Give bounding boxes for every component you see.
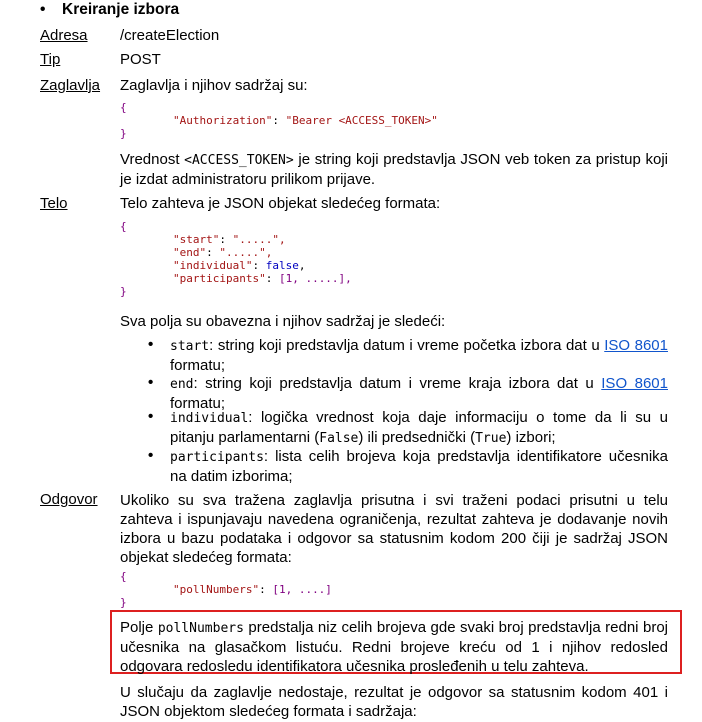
bullet-start: •: [148, 336, 154, 353]
response-text: Ukoliko su sva tražena zaglavlja prisutn…: [120, 492, 668, 566]
body-code-block: { "start": ".....", "end": ".....", "ind…: [120, 220, 352, 298]
iso8601-link-start[interactable]: ISO 8601: [604, 337, 668, 354]
field-individual: individual: logička vrednost koja daje i…: [170, 409, 668, 446]
bullet-participants: •: [148, 447, 154, 464]
fields-intro: Sva polja su obavezna i njihov sadržaj j…: [120, 313, 446, 330]
zaglavlja-intro: Zaglavlja i njihov sadržaj su:: [120, 77, 308, 94]
token-inline: <ACCESS_TOKEN>: [184, 153, 294, 168]
value-adresa: /createElection: [120, 27, 220, 44]
missing-header-text: U slučaju da zaglavlje nedostaje, rezult…: [120, 684, 668, 720]
title-text: Kreiranje izbora: [62, 1, 180, 18]
iso8601-link-end[interactable]: ISO 8601: [601, 375, 668, 392]
field-participants: participants: lista celih brojeva koja p…: [170, 448, 668, 485]
response-code-block: { "pollNumbers": [1, ....] }: [120, 570, 332, 609]
header-code-block: { "Authorization": "Bearer <ACCESS_TOKEN…: [120, 101, 438, 140]
poll-numbers-inline: pollNumbers: [157, 621, 244, 636]
token-note: Vrednost <ACCESS_TOKEN> je string koji p…: [120, 151, 668, 188]
label-telo: Telo: [40, 195, 68, 212]
label-adresa: Adresa: [40, 27, 88, 44]
label-odgovor: Odgovor: [40, 491, 98, 508]
label-tip: Tip: [40, 51, 61, 68]
section-title: • Kreiranje izbora: [40, 1, 180, 19]
bullet-individual: •: [148, 408, 154, 425]
label-zaglavlja: Zaglavlja: [40, 77, 101, 94]
bullet-end: •: [148, 374, 154, 391]
poll-numbers-note: Polje pollNumbers predstalja niz celih b…: [120, 619, 668, 675]
value-tip: POST: [120, 51, 161, 68]
telo-intro: Telo zahteva je JSON objekat sledećeg fo…: [120, 195, 441, 212]
title-bullet: •: [40, 1, 46, 18]
field-start: start: string koji predstavlja datum i v…: [170, 337, 668, 374]
